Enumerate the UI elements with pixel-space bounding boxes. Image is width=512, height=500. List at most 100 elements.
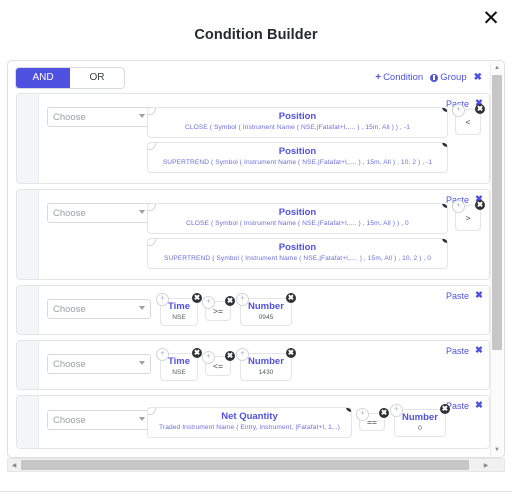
- chevron-down-icon: [139, 306, 145, 310]
- expression-group: + ✖ Position CLOSE ( Symbol ( Instrument…: [147, 203, 448, 271]
- scroll-down-icon[interactable]: ▼: [491, 444, 503, 456]
- choose-label: Choose: [53, 414, 86, 426]
- chevron-down-icon: [139, 114, 145, 118]
- right-operand-token[interactable]: + ✖ Number 0: [390, 404, 450, 437]
- add-condition-label: Condition: [383, 72, 424, 83]
- horizontal-scrollbar[interactable]: ◀ ▶: [7, 458, 505, 472]
- expression-title: Position: [278, 111, 317, 122]
- logic-or-button[interactable]: OR: [70, 68, 124, 88]
- remove-operator-icon[interactable]: ✖: [475, 104, 485, 114]
- remove-operator-icon[interactable]: ✖: [475, 200, 485, 210]
- left-operand-token[interactable]: + ✖ Time NSE: [156, 348, 203, 381]
- add-group-label: Group: [440, 72, 467, 83]
- operator-box[interactable]: + ✖ <: [452, 104, 485, 135]
- add-operator-icon[interactable]: +: [356, 408, 369, 421]
- add-operand-icon[interactable]: +: [156, 293, 169, 306]
- condition-rows: Paste ✖ Choose + ✖ Position CLOS: [16, 93, 490, 453]
- token-title: Time: [168, 301, 191, 312]
- add-operator-icon[interactable]: +: [452, 104, 465, 117]
- expression-detail: Traded Instrument Name ( Entry, instrume…: [159, 424, 340, 431]
- expression-card[interactable]: + ✖ Position CLOSE ( Symbol ( Instrument…: [147, 107, 448, 138]
- operator-box[interactable]: + ✖ >=: [202, 296, 236, 321]
- add-operand-icon[interactable]: +: [236, 348, 250, 361]
- scroll-up-icon[interactable]: ▲: [491, 62, 503, 74]
- condition-row: Choose + ✖ Time NSE + ✖ >= + ✖ Number 09…: [17, 286, 489, 334]
- expression-card[interactable]: + ✖ Position SUPERTREND ( Symbol ( Instr…: [147, 238, 448, 269]
- choose-label: Choose: [53, 303, 86, 315]
- token-value: 0945: [258, 314, 274, 321]
- token-title: Number: [402, 412, 438, 423]
- remove-operator-icon[interactable]: ✖: [225, 351, 236, 361]
- remove-operand-icon[interactable]: ✖: [192, 293, 203, 303]
- vertical-scrollbar[interactable]: ▲ ▼: [490, 62, 503, 456]
- logic-and-button[interactable]: AND: [16, 68, 70, 88]
- horizontal-scroll-thumb[interactable]: [21, 460, 469, 470]
- expression-card[interactable]: + ✖ Position CLOSE ( Symbol ( Instrument…: [147, 203, 448, 234]
- expression-card[interactable]: + ✖ Net Quantity Traded Instrument Name …: [147, 407, 352, 438]
- right-operand-token[interactable]: + ✖ Number 0945: [236, 293, 296, 326]
- choose-select[interactable]: Choose: [47, 107, 151, 127]
- operator-box[interactable]: + ✖ <=: [202, 351, 236, 376]
- choose-select[interactable]: Choose: [47, 354, 151, 374]
- operator-label: >: [465, 213, 471, 223]
- remove-operator-icon[interactable]: ✖: [379, 408, 389, 418]
- operator-box[interactable]: + ✖ >: [452, 200, 485, 231]
- remove-operand-icon[interactable]: ✖: [442, 239, 447, 243]
- token-value: NSE: [172, 369, 186, 376]
- operator-label: <: [465, 117, 471, 127]
- add-operator-icon[interactable]: +: [202, 296, 216, 309]
- logic-toggle: AND OR: [16, 68, 124, 88]
- vertical-scroll-thumb[interactable]: [492, 75, 502, 350]
- remove-operand-icon[interactable]: ✖: [192, 348, 203, 358]
- token-title: Number: [248, 301, 284, 312]
- add-operator-icon[interactable]: +: [452, 200, 465, 213]
- add-operator-icon[interactable]: +: [202, 351, 216, 364]
- group-actions: + Condition Group ✖: [375, 72, 482, 83]
- remove-operand-icon[interactable]: ✖: [346, 408, 351, 412]
- choose-label: Choose: [53, 358, 86, 370]
- choose-select[interactable]: Choose: [47, 299, 151, 319]
- choose-select[interactable]: Choose: [47, 203, 151, 223]
- page-title: Condition Builder: [194, 27, 318, 43]
- choose-select[interactable]: Choose: [47, 410, 151, 430]
- expression-detail: SUPERTREND ( Symbol ( Instrument Name ( …: [163, 255, 432, 262]
- expression-title: Position: [278, 242, 317, 253]
- operator-label: ==: [367, 417, 377, 427]
- remove-operator-icon[interactable]: ✖: [225, 296, 236, 306]
- token-title: Number: [248, 356, 284, 367]
- operator-label: <=: [213, 361, 223, 371]
- operator-box[interactable]: + ✖ ==: [356, 408, 389, 431]
- right-operand-token[interactable]: + ✖ Number 1430: [236, 348, 296, 381]
- left-operand-token[interactable]: + ✖ Time NSE: [156, 293, 203, 326]
- condition-block-1: Paste ✖ Choose + ✖ Position CLOS: [16, 93, 490, 184]
- expression-title: Position: [278, 146, 317, 157]
- remove-operand-icon[interactable]: ✖: [285, 293, 296, 303]
- condition-block-3: Paste ✖ Choose + ✖ Time NSE + ✖ >= + ✖ N…: [16, 285, 490, 335]
- add-operand-icon[interactable]: +: [390, 404, 403, 417]
- add-group-button[interactable]: Group: [430, 72, 467, 83]
- remove-operand-icon[interactable]: ✖: [285, 348, 296, 358]
- builder-panel: AND OR + Condition Group ✖ Paste: [7, 60, 505, 458]
- chevron-down-icon: [139, 210, 145, 214]
- condition-block-5: Paste ✖ Choose + ✖ Net Quantity: [16, 395, 490, 449]
- remove-operand-icon[interactable]: ✖: [439, 404, 450, 414]
- builder-inner: AND OR + Condition Group ✖ Paste: [8, 61, 504, 457]
- bottom-divider: [0, 491, 512, 492]
- expression-card[interactable]: + ✖ Position SUPERTREND ( Symbol ( Instr…: [147, 142, 448, 173]
- add-operand-icon[interactable]: +: [236, 293, 250, 306]
- token-title: Time: [168, 356, 191, 367]
- expression-title: Position: [278, 207, 317, 218]
- scroll-left-icon[interactable]: ◀: [8, 459, 20, 471]
- remove-group-icon[interactable]: ✖: [474, 72, 482, 83]
- condition-row: Choose + ✖ Position CLOSE ( Symbol ( Ins…: [17, 94, 489, 183]
- remove-operand-icon[interactable]: ✖: [442, 108, 447, 112]
- remove-operand-icon[interactable]: ✖: [442, 204, 447, 208]
- add-operand-icon[interactable]: +: [156, 348, 169, 361]
- scroll-right-icon[interactable]: ▶: [480, 459, 492, 471]
- choose-label: Choose: [53, 111, 86, 123]
- remove-operand-icon[interactable]: ✖: [442, 143, 447, 147]
- expression-detail: CLOSE ( Symbol ( Instrument Name ( NSE,|…: [186, 220, 409, 227]
- choose-label: Choose: [53, 207, 86, 219]
- add-condition-button[interactable]: + Condition: [375, 72, 423, 83]
- token-value: 0: [418, 425, 422, 432]
